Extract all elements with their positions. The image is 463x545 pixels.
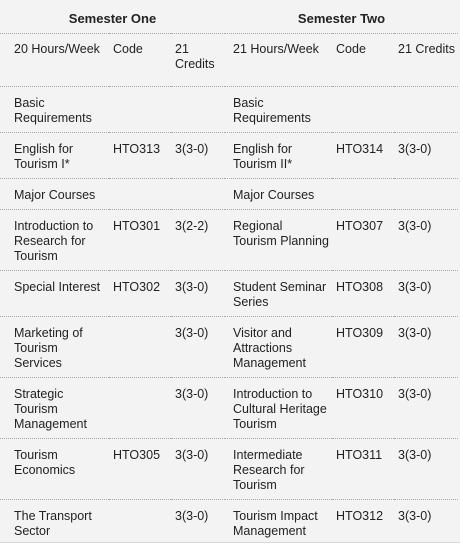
- course-name-sem1: Strategic Tourism Management: [0, 378, 109, 439]
- curriculum-sheet: Semester One Semester Two 20 Hours/Week …: [0, 0, 460, 543]
- credits-sem1: 3(3-0): [171, 133, 225, 179]
- course-name-sem2: Introduction to Cultural Heritage Touris…: [225, 378, 332, 439]
- credits-header-1: 21 Credits: [171, 34, 225, 87]
- course-code-sem1: [109, 317, 171, 378]
- table-row: Major Courses Major Courses: [0, 179, 458, 210]
- credits-sem2: 3(3-0): [394, 378, 458, 439]
- code-header-2: Code: [332, 34, 394, 87]
- credits-sem2: 3(3-0): [394, 133, 458, 179]
- curriculum-body: 20 Hours/Week Code 21 Credits 21 Hours/W…: [0, 34, 458, 545]
- course-code-sem2: HTO308: [332, 271, 394, 317]
- credits-sem2: 3(3-0): [394, 210, 458, 271]
- course-code-sem2: [332, 179, 394, 210]
- table-row: Tourism EconomicsHTO3053(3-0)Intermediat…: [0, 439, 458, 500]
- course-code-sem2: [332, 87, 394, 133]
- credits-sem2: 3(3-0): [394, 500, 458, 545]
- course-code-sem1: [109, 87, 171, 133]
- course-name-sem1: The Transport Sector: [0, 500, 109, 545]
- credits-sem2: [394, 87, 458, 133]
- course-code-sem2: HTO312: [332, 500, 394, 545]
- code-header-1: Code: [109, 34, 171, 87]
- credits-sem1: [171, 87, 225, 133]
- course-name-sem2: Major Courses: [225, 179, 332, 210]
- table-row: English for Tourism I*HTO3133(3-0)Englis…: [0, 133, 458, 179]
- hours-per-week-1: 20 Hours/Week: [0, 34, 109, 87]
- table-row: Special InterestHTO3023(3-0)Student Semi…: [0, 271, 458, 317]
- credits-header-2: 21 Credits: [394, 34, 458, 87]
- credits-sem1: [171, 179, 225, 210]
- credits-sem1: 3(3-0): [171, 439, 225, 500]
- course-name-sem1: Tourism Economics: [0, 439, 109, 500]
- credits-sem2: 3(3-0): [394, 317, 458, 378]
- table-row: Strategic Tourism Management3(3-0)Introd…: [0, 378, 458, 439]
- course-code-sem2: HTO309: [332, 317, 394, 378]
- credits-sem2: 3(3-0): [394, 439, 458, 500]
- semester-two-heading: Semester Two: [225, 6, 458, 34]
- curriculum-table: Semester One Semester Two 20 Hours/Week …: [0, 6, 458, 545]
- course-name-sem2: Intermediate Research for Tourism: [225, 439, 332, 500]
- table-row: Introduction to Research for TourismHTO3…: [0, 210, 458, 271]
- course-name-sem1: Marketing of Tourism Services: [0, 317, 109, 378]
- course-name-sem1: Introduction to Research for Tourism: [0, 210, 109, 271]
- table-row: The Transport Sector3(3-0)Tourism Impact…: [0, 500, 458, 545]
- credits-sem1: 3(3-0): [171, 271, 225, 317]
- course-name-sem1: Special Interest: [0, 271, 109, 317]
- table-row: Marketing of Tourism Services3(3-0)Visit…: [0, 317, 458, 378]
- course-name-sem2: English for Tourism II*: [225, 133, 332, 179]
- course-name-sem1: Major Courses: [0, 179, 109, 210]
- credits-sem1: 3(3-0): [171, 317, 225, 378]
- course-code-sem2: HTO310: [332, 378, 394, 439]
- course-name-sem1: English for Tourism I*: [0, 133, 109, 179]
- hours-per-week-2: 21 Hours/Week: [225, 34, 332, 87]
- course-name-sem2: Basic Requirements: [225, 87, 332, 133]
- course-code-sem2: HTO314: [332, 133, 394, 179]
- course-code-sem1: [109, 500, 171, 545]
- semester-one-heading: Semester One: [0, 6, 225, 34]
- course-name-sem2: Tourism Impact Management: [225, 500, 332, 545]
- table-row: Basic Requirements Basic Requirements: [0, 87, 458, 133]
- course-code-sem1: HTO301: [109, 210, 171, 271]
- course-code-sem1: HTO305: [109, 439, 171, 500]
- course-code-sem1: [109, 179, 171, 210]
- course-code-sem1: [109, 378, 171, 439]
- course-name-sem1: Basic Requirements: [0, 87, 109, 133]
- course-code-sem2: HTO307: [332, 210, 394, 271]
- course-code-sem2: HTO311: [332, 439, 394, 500]
- credits-sem1: 3(3-0): [171, 378, 225, 439]
- credits-sem2: 3(3-0): [394, 271, 458, 317]
- semester-header-row: Semester One Semester Two: [0, 6, 458, 34]
- course-name-sem2: Visitor and Attractions Management: [225, 317, 332, 378]
- column-header-row: 20 Hours/Week Code 21 Credits 21 Hours/W…: [0, 34, 458, 87]
- credits-sem2: [394, 179, 458, 210]
- course-name-sem2: Student Seminar Series: [225, 271, 332, 317]
- course-code-sem1: HTO302: [109, 271, 171, 317]
- credits-sem1: 3(3-0): [171, 500, 225, 545]
- credits-sem1: 3(2-2): [171, 210, 225, 271]
- course-name-sem2: Regional Tourism Planning: [225, 210, 332, 271]
- course-code-sem1: HTO313: [109, 133, 171, 179]
